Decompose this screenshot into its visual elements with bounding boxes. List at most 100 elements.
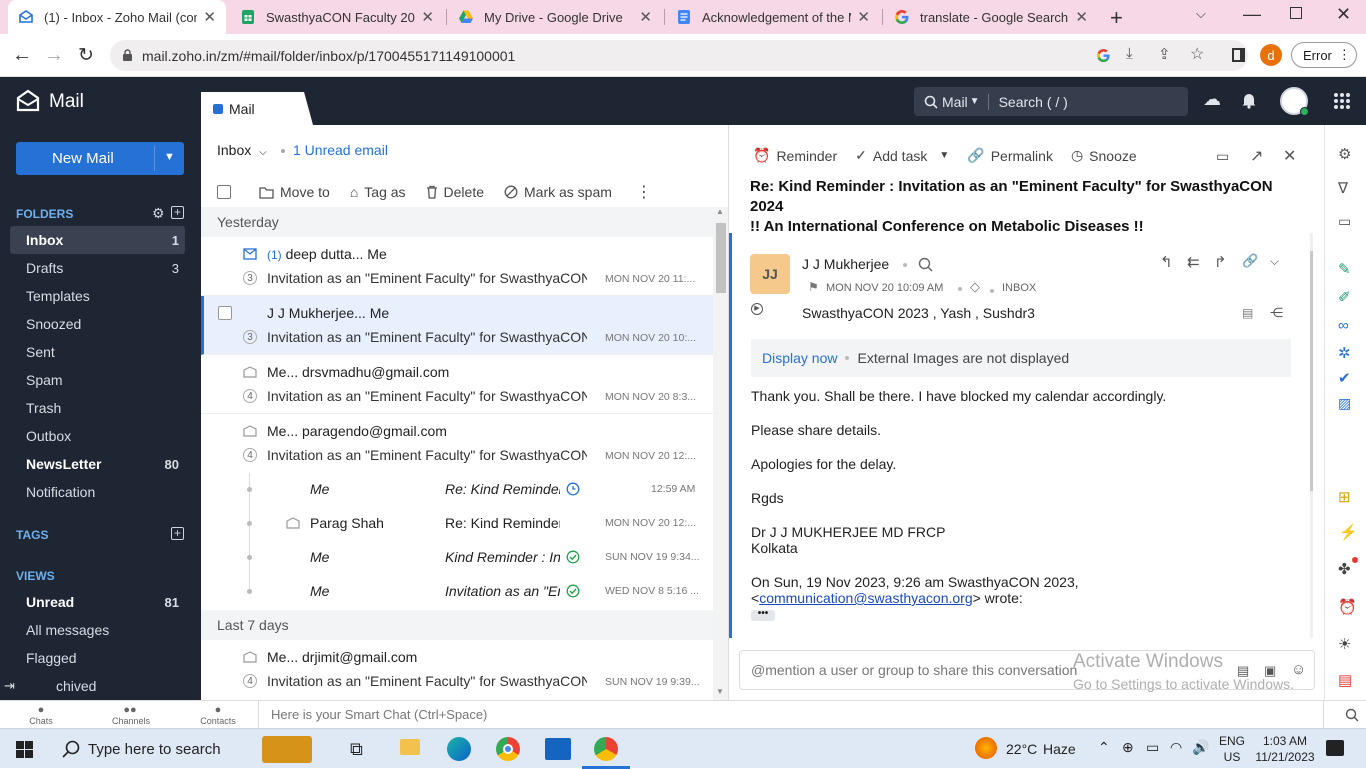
folder-badge[interactable]: INBOX [1002,282,1036,294]
sidebar-item-flagged[interactable]: Flagged [10,644,185,672]
scrollbar-thumb[interactable] [716,223,726,293]
browser-tab-zoho[interactable]: (1) - Inbox - Zoho Mail (com ✕ [8,0,226,34]
flag-icon[interactable]: ⚑ [808,280,819,294]
sidepanel-icon[interactable] [1232,48,1245,62]
more-options-icon[interactable]: ⋮ [636,182,652,202]
browser-error-button[interactable]: Error ⋮ [1291,42,1357,68]
file-explorer-icon[interactable] [400,739,420,755]
tag-icon[interactable]: ◇ [970,279,980,295]
chats-button[interactable]: ● Chats [28,704,54,726]
notification-center-icon[interactable] [1326,740,1344,756]
sidebar-item-sent[interactable]: Sent [10,338,185,366]
contacts-button[interactable]: ● Contacts [200,704,236,726]
forward-icon[interactable]: ↱ [1214,253,1227,271]
extension-edit-icon[interactable]: ✐ [1338,288,1351,306]
share-icon[interactable]: ⇪ [1158,45,1171,63]
sidebar-item-all-messages[interactable]: All messages [10,616,185,644]
scroll-up-icon[interactable]: ▲ [716,207,724,216]
new-mail-button[interactable]: New Mail ▼ [16,142,184,175]
sidebar-item-inbox[interactable]: Inbox 1 [10,226,185,254]
window-close-button[interactable]: ✕ [1336,4,1351,25]
thread-item[interactable]: Me Kind Reminder : Invitation SUN NOV 19… [201,540,713,574]
google-icon[interactable] [1096,48,1111,63]
thread-item[interactable]: Me Re: Kind Reminder : Invitation 12:59 … [201,472,713,506]
chevron-down-icon[interactable]: ▼ [164,151,175,163]
add-extension-icon[interactable]: ⊞ [1338,488,1351,506]
minimize-button[interactable]: — [1243,4,1261,25]
extension-chart-icon[interactable]: ▨ [1338,395,1351,412]
apps-grid-icon[interactable] [1333,92,1351,110]
mail-app-icon[interactable] [545,738,571,760]
settings-icon[interactable]: ⚙ [1338,145,1351,163]
reader-scrollbar[interactable] [1310,233,1313,638]
address-bar[interactable]: mail.zoho.in/zm/#mail/folder/inbox/p/170… [110,40,1248,71]
sidebar-item-archived[interactable]: ⇥ chived [4,672,185,700]
chevron-down-icon[interactable]: ⌵ [1270,254,1279,269]
sidebar-item-unread[interactable]: Unread 81 [10,588,185,616]
thread-item[interactable]: Me Invitation as an "Eminent WED NOV 8 5… [201,574,713,608]
search-scope[interactable]: Mail [942,94,968,110]
reload-icon[interactable]: ↻ [78,44,94,67]
settings-gear-icon[interactable]: ⚙ [152,205,165,222]
search-box[interactable]: Mail ▼ Search ( / ) [914,87,1188,116]
permalink-button[interactable]: 🔗 Permalink [967,147,1053,164]
bookmark-star-icon[interactable]: ☆ [1190,44,1204,64]
windows-start-icon[interactable] [16,741,33,758]
sidebar-item-templates[interactable]: Templates [10,282,185,310]
taskbar-briefcase-app[interactable] [262,736,312,763]
chrome-icon[interactable] [496,737,520,761]
move-to-button[interactable]: Move to [259,184,330,200]
sidebar-item-spam[interactable]: Spam [10,366,185,394]
taskbar-search[interactable]: Type here to search [48,729,248,769]
collapse-sidebar-icon[interactable]: ⇥ [4,678,15,694]
sidebar-item-snoozed[interactable]: Snoozed [10,310,185,338]
bell-icon[interactable] [1241,91,1257,109]
new-tab-button[interactable]: + [1110,5,1123,31]
mail-row[interactable]: (1) deep dutta... Me 3 Invitation as an … [201,237,713,296]
display-now-link[interactable]: Display now [762,350,837,366]
browser-tab-google[interactable]: translate - Google Search ✕ [884,0,1098,34]
close-icon[interactable]: ✕ [1075,8,1088,26]
thread-item[interactable]: Parag Shah Re: Kind Reminder : Invitatio… [201,506,713,540]
browser-tab-drive[interactable]: My Drive - Google Drive ✕ [448,0,662,34]
chrome-profile-icon[interactable] [594,737,618,761]
alarm-icon[interactable]: ⏰ [1338,598,1357,616]
snooze-button[interactable]: ◷ Snooze [1071,147,1137,164]
share-icon[interactable]: ⋲ [1270,305,1283,321]
comment-icon[interactable]: ▭ [1216,148,1229,165]
mail-row[interactable]: Me... drsvmadhu@gmail.com 4 Invitation a… [201,355,713,414]
add-folder-icon[interactable]: + [171,206,184,219]
add-task-button[interactable]: ✓ Add task ▼ [855,147,949,164]
back-arrow-icon[interactable]: ← [12,44,32,67]
browser-tab-sheets[interactable]: SwasthyaCON Faculty 2024 ✕ [230,0,444,34]
tab-mail[interactable]: Mail [201,92,313,125]
reminder-button[interactable]: ⏰ Reminder [753,147,837,164]
sidebar-item-outbox[interactable]: Outbox [10,422,185,450]
search-input[interactable]: Search ( / ) [999,94,1068,110]
scrollbar-thumb[interactable] [1310,251,1313,491]
scroll-down-icon[interactable]: ▼ [716,687,724,696]
extension-check-icon[interactable]: ✔ [1338,369,1351,387]
smart-chat-input[interactable]: Here is your Smart Chat (Ctrl+Space) [271,707,487,722]
close-icon[interactable]: ✕ [203,8,216,26]
tray-app-icon[interactable]: ⊕ [1122,739,1134,756]
edge-icon[interactable] [447,737,471,761]
email-link[interactable]: communication@swasthyacon.org [759,590,972,606]
volume-icon[interactable]: 🔊 [1192,739,1209,756]
close-icon[interactable]: ✕ [1283,146,1296,166]
battery-icon[interactable]: ▭ [1146,739,1159,756]
extension-gear-icon[interactable]: ✲ [1338,344,1351,362]
sidebar-item-drafts[interactable]: Drafts 3 [10,254,185,282]
sidebar-item-notification[interactable]: Notification [10,478,185,506]
unread-filter-link[interactable]: 1 Unread email [293,142,388,158]
extension-pen-icon[interactable]: ✎ [1338,260,1351,278]
extension-link-icon[interactable]: ∞ [1338,317,1349,334]
delete-button[interactable]: Delete [426,184,484,200]
show-quoted-button[interactable]: ••• [751,609,775,621]
forward-arrow-icon[interactable]: → [44,44,64,67]
mail-row-selected[interactable]: J J Mukherjee... Me 3 Invitation as an "… [201,296,713,355]
reply-icon[interactable]: ↰ [1160,253,1173,271]
restore-button[interactable] [1290,7,1302,19]
sidebar-item-newsletter[interactable]: NewsLetter 80 [10,450,185,478]
search-icon[interactable] [918,257,933,272]
